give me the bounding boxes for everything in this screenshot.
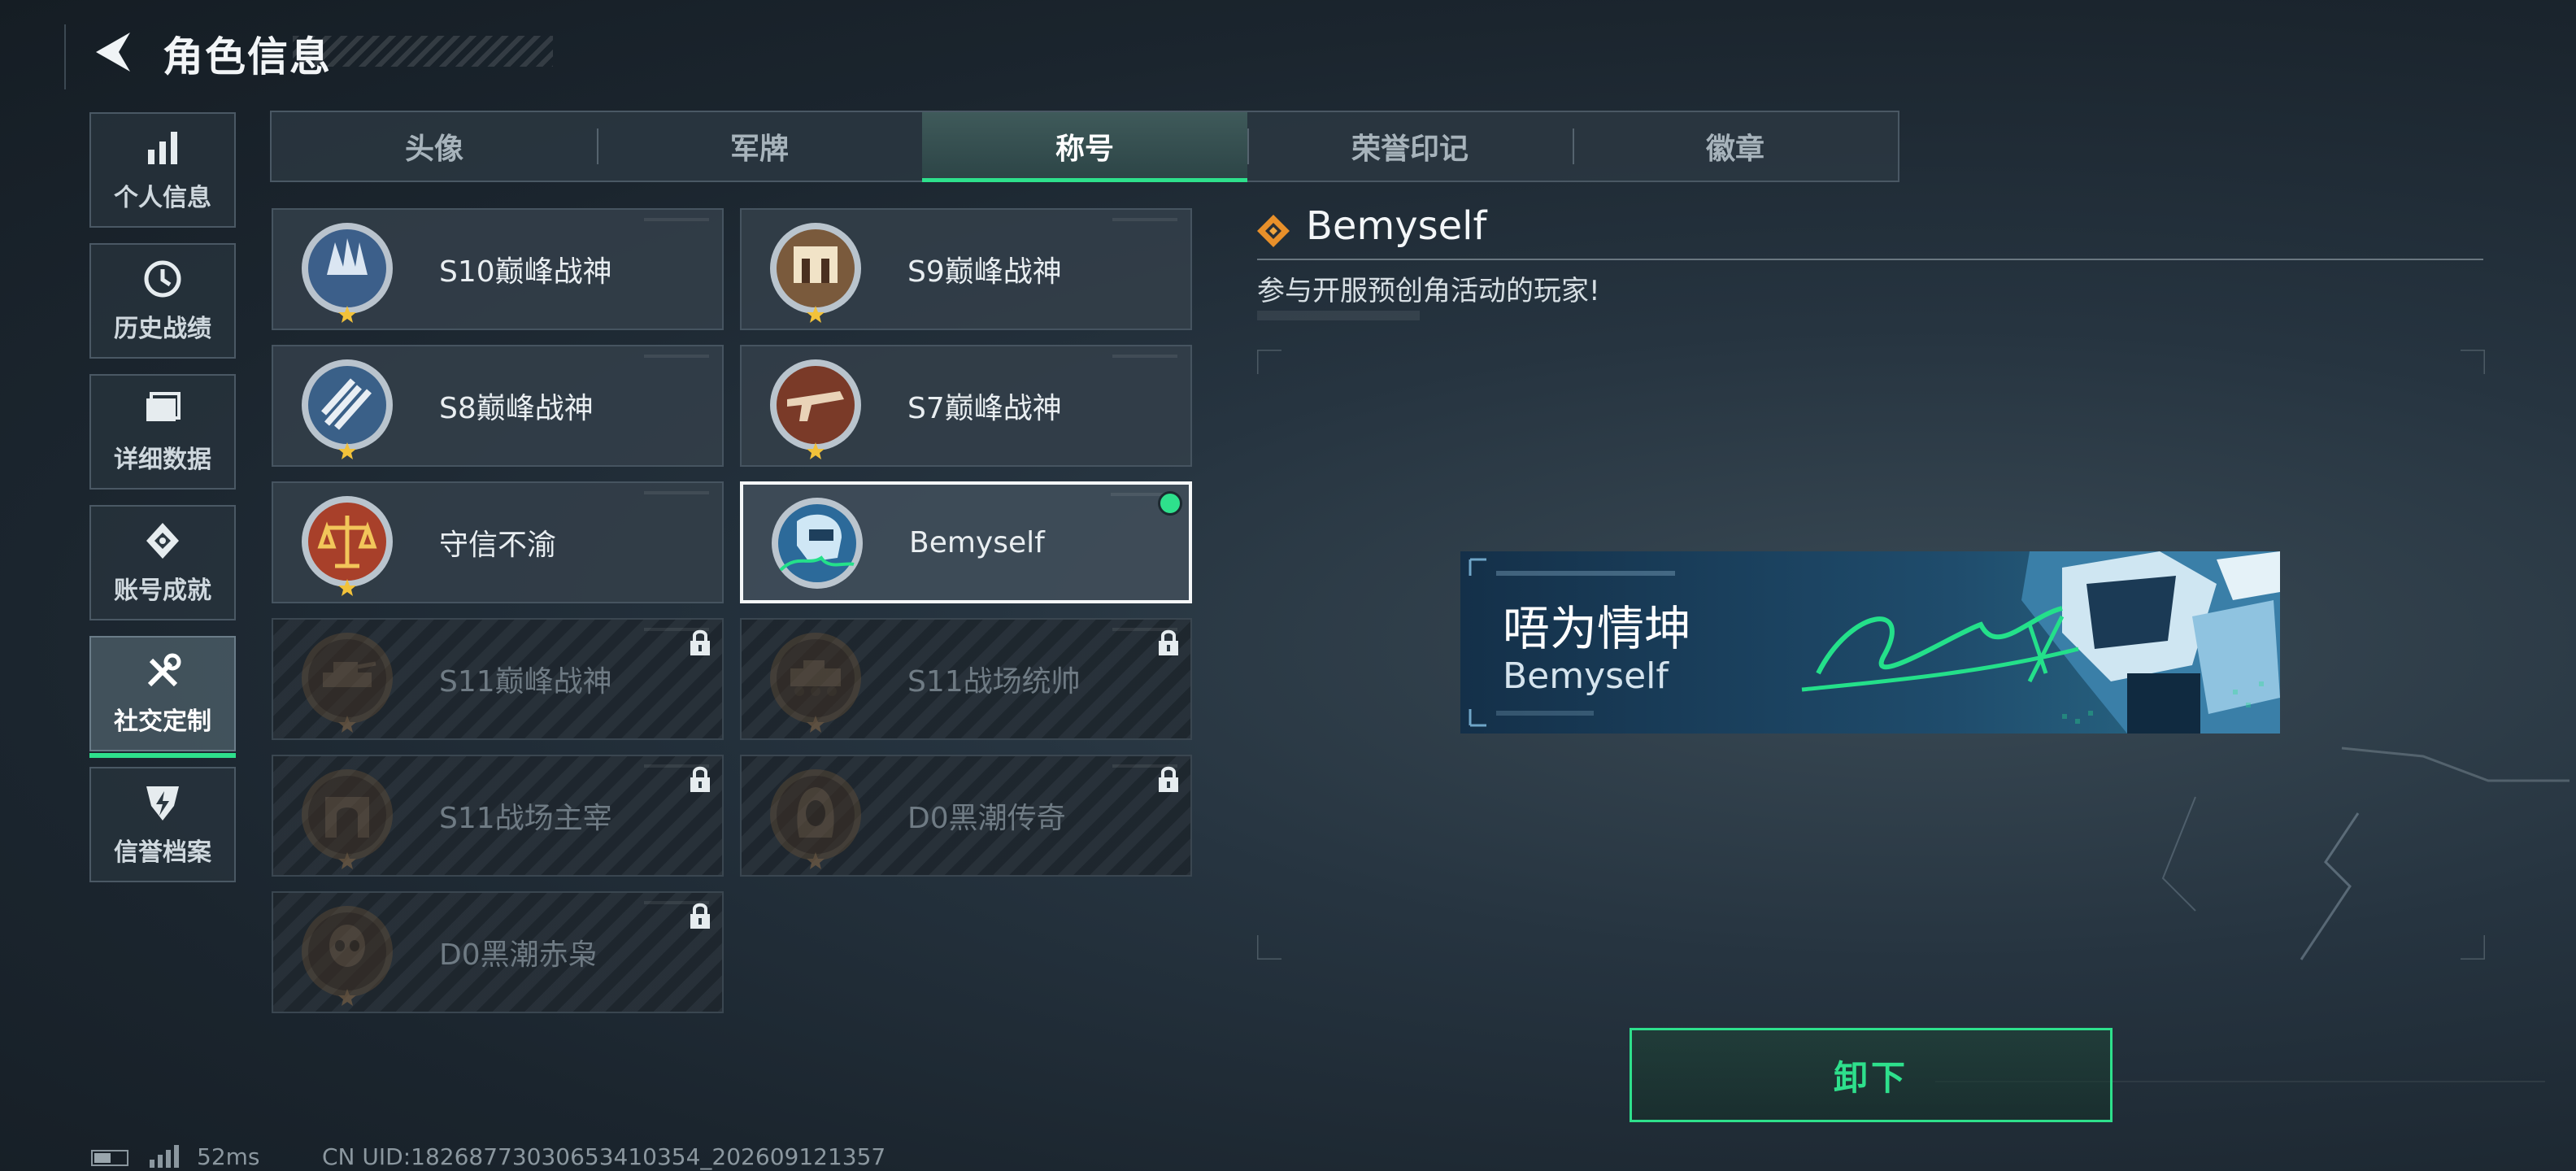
tab-badge[interactable]: 徽章 [1573,112,1898,181]
gate-medal-icon [770,223,861,323]
title-card-name: S11战场主宰 [439,802,612,835]
sidebar-item-label: 社交定制 [114,707,211,736]
title-card[interactable]: S7巅峰战神 [740,345,1192,467]
tab-dogtag[interactable]: 军牌 [597,112,922,181]
tab-label: 军牌 [729,133,789,166]
lock-icon [690,629,710,655]
title-card-name: S8巅峰战神 [439,392,594,425]
lock-icon [1159,629,1178,655]
sidebar-item-4[interactable]: 社交定制 [89,636,236,758]
sidebar-item-3[interactable]: 账号成就 [89,505,236,620]
title-card[interactable]: D0黑潮传奇 [740,755,1192,877]
title-card[interactable]: S9巅峰战神 [740,208,1192,330]
bar-chart-icon [148,132,177,164]
unequip-button[interactable]: 卸下 [1630,1028,2113,1122]
sidebar-item-label: 信誉档案 [114,838,211,867]
title-card[interactable]: S11战场统帅 [740,618,1192,740]
scales-medal-icon [302,496,393,596]
card-decor [644,491,709,494]
card-decor [644,355,709,358]
title-decor [293,36,553,67]
title-card-name: Bemyself [909,525,1045,559]
title-card[interactable]: S10巅峰战神 [272,208,724,330]
tank-medal-icon [302,633,393,733]
equipped-indicator [1158,491,1182,516]
lock-icon [690,766,710,792]
title-card[interactable]: 守信不渝 [272,481,724,603]
lock-icon [690,903,710,929]
apc-medal-icon [770,633,861,733]
title-card-name: D0黑潮赤枭 [439,938,598,972]
sidebar-item-1[interactable]: 历史战绩 [89,243,236,359]
back-arrow-icon[interactable] [89,28,138,76]
tab-bar: 头像 军牌 称号 荣誉印记 徽章 [270,111,1899,182]
sidebar-item-label: 个人信息 [114,184,211,212]
battery-icon [91,1150,128,1166]
unequip-button-label: 卸下 [1833,1057,1908,1098]
title-card-name: S11巅峰战神 [439,665,612,699]
card-decor [644,218,709,221]
title-card[interactable]: D0黑潮赤枭 [272,891,724,1013]
arch-medal-icon [302,769,393,869]
title-card-name: 守信不渝 [439,529,557,562]
skull-medal-icon [302,906,393,1006]
description-decor [1257,311,1420,320]
helmet-signature-icon [772,498,863,589]
tab-label: 称号 [1055,133,1114,166]
tab-label: 荣誉印记 [1351,133,1469,166]
title-card-name: S10巅峰战神 [439,255,612,289]
tab-title[interactable]: 称号 [922,112,1247,182]
sidebar-item-label: 账号成就 [114,577,211,605]
title-banner-preview: 唔为情坤 Bemyself [1460,551,2280,734]
clock-history-icon [144,260,181,298]
title-card[interactable]: Bemyself [740,481,1192,603]
tab-label: 头像 [404,133,463,166]
tools-icon [147,653,181,687]
folder-icon [146,392,181,421]
hooded-medal-icon [770,769,861,869]
tab-avatar[interactable]: 头像 [272,112,597,181]
lock-icon [1159,766,1178,792]
title-card-name: S7巅峰战神 [907,392,1062,425]
card-decor [1112,355,1177,358]
sidebar-item-0[interactable]: 个人信息 [89,112,236,228]
stripes-medal-icon [302,359,393,459]
divider [1257,259,2483,260]
sidebar-item-label: 历史战绩 [114,315,211,343]
sidebar-item-5[interactable]: 信誉档案 [89,767,236,882]
selected-title-description: 参与开服预创角活动的玩家! [1257,275,1600,307]
sidebar-item-label: 详细数据 [114,446,211,474]
sidebar-item-2[interactable]: 详细数据 [89,374,236,490]
ping-value: 52ms [197,1143,260,1170]
title-card[interactable]: S11战场主宰 [272,755,724,877]
title-card-name: D0黑潮传奇 [907,802,1066,835]
rifle-medal-icon [770,359,861,459]
selected-title-name: Bemyself [1306,203,1487,249]
signal-icon [150,1145,179,1168]
castle-medal-icon [302,223,393,323]
tab-honor-mark[interactable]: 荣誉印记 [1247,112,1573,181]
banner-subtitle: Bemyself [1503,655,1669,697]
tab-label: 徽章 [1705,133,1764,166]
title-card-name: S11战场统帅 [907,665,1081,699]
title-rarity-icon [1257,215,1290,247]
card-decor [1112,218,1177,221]
title-card[interactable]: S11巅峰战神 [272,618,724,740]
title-card-name: S9巅峰战神 [907,255,1062,289]
title-card[interactable]: S8巅峰战神 [272,345,724,467]
banner-title: 唔为情坤 [1503,601,1692,656]
player-uid: CN UID:18268773030653410354_202609121357 [322,1143,886,1170]
shield-lightning-icon [146,786,179,821]
achievement-icon [146,523,179,559]
